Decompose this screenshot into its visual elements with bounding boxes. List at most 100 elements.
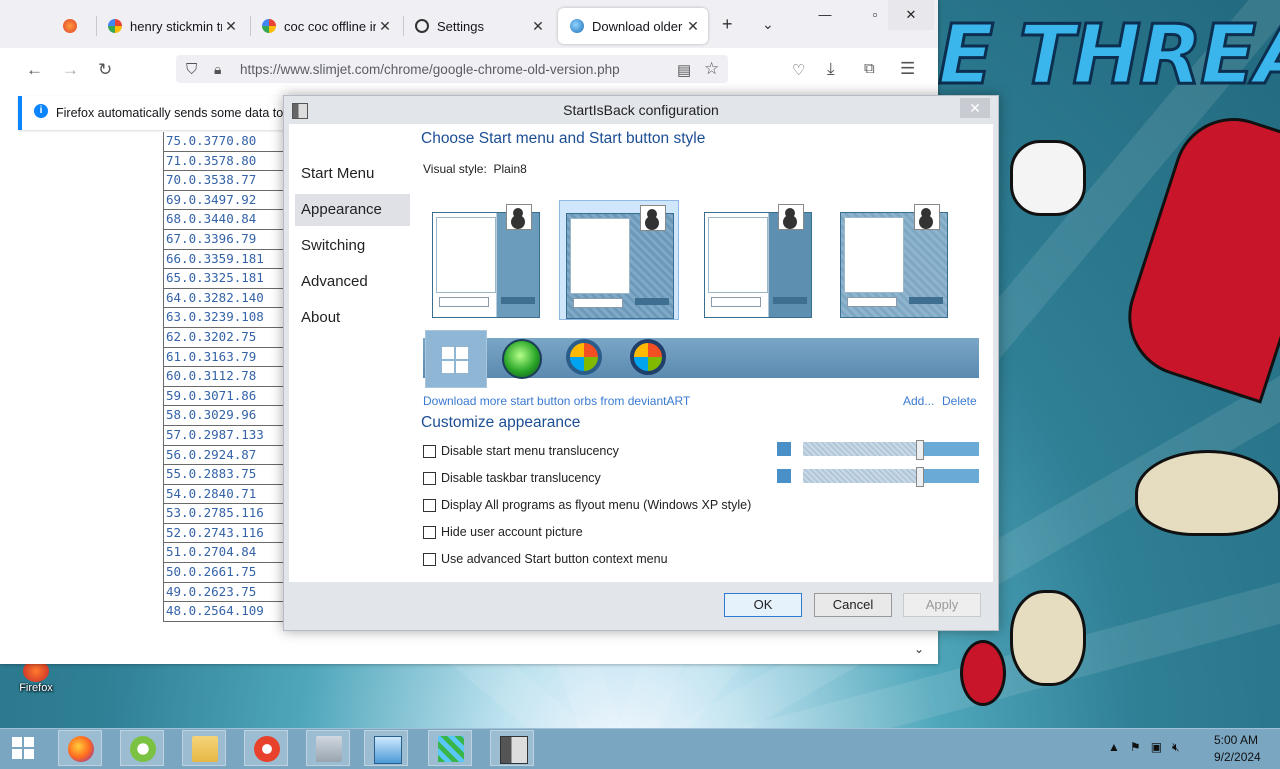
style-option-2[interactable] (559, 200, 679, 320)
version-row[interactable]: 52.0.2743.116 (164, 524, 284, 544)
version-row[interactable]: 55.0.2883.75 (164, 465, 284, 485)
taskbar-file-explorer[interactable] (182, 730, 226, 766)
nav-start-menu[interactable]: Start Menu (295, 158, 410, 190)
version-row[interactable]: 61.0.3163.79 (164, 348, 284, 368)
taskbar-firefox[interactable] (58, 730, 102, 766)
clock-date[interactable]: 9/2/2024 (1214, 750, 1261, 764)
ok-button[interactable]: OK (724, 593, 802, 617)
option-all-programs-flyout[interactable]: Display All programs as flyout menu (Win… (423, 498, 751, 512)
tab-coc-coc[interactable]: coc coc offline ins ✕ (250, 8, 400, 44)
close-icon[interactable]: ✕ (684, 18, 702, 35)
tab-henry-stickmin[interactable]: henry stickmin trig ✕ (96, 8, 246, 44)
network-icon[interactable]: ▣ (1151, 740, 1162, 754)
download-orbs-link[interactable]: Download more start button orbs from dev… (423, 394, 690, 408)
color-swatch[interactable] (777, 442, 791, 456)
checkbox[interactable] (423, 471, 436, 485)
version-row[interactable]: 71.0.3578.80 (164, 152, 284, 172)
close-icon[interactable]: ✕ (222, 18, 240, 35)
shield-icon[interactable]: ⛉ (186, 61, 197, 78)
desktop-icon-firefox[interactable]: Firefox (10, 660, 62, 694)
orb-option-windows8[interactable] (425, 330, 487, 388)
version-row[interactable]: 67.0.3396.79 (164, 230, 284, 250)
checkbox[interactable] (423, 444, 436, 458)
reload-icon[interactable]: ↻ (98, 60, 112, 80)
checkbox[interactable] (423, 552, 436, 566)
menu-icon[interactable]: ☰ (900, 59, 915, 79)
version-row[interactable]: 62.0.3202.75 (164, 328, 284, 348)
scroll-down-chevron-icon[interactable]: ⌄ (914, 642, 924, 656)
slider-thumb[interactable] (916, 440, 924, 460)
version-row[interactable]: 69.0.3497.92 (164, 191, 284, 211)
color-swatch[interactable] (777, 469, 791, 483)
close-button[interactable]: ✕ (960, 98, 990, 118)
version-row[interactable]: 51.0.2704.84 (164, 543, 284, 564)
version-row[interactable]: 58.0.3029.96 (164, 406, 284, 426)
checkbox[interactable] (423, 498, 436, 512)
nav-advanced[interactable]: Advanced (295, 266, 410, 298)
option-disable-taskbar-translucency[interactable]: Disable taskbar translucency (423, 471, 601, 485)
checkbox[interactable] (423, 525, 436, 539)
url-text[interactable]: https://www.slimjet.com/chrome/google-ch… (240, 62, 620, 77)
option-advanced-context-menu[interactable]: Use advanced Start button context menu (423, 552, 668, 566)
version-row[interactable]: 48.0.2564.109 (164, 602, 284, 622)
bookmark-star-icon[interactable]: ☆ (704, 59, 719, 79)
version-row[interactable]: 63.0.3239.108 (164, 308, 284, 328)
version-row[interactable]: 54.0.2840.71 (164, 485, 284, 505)
taskbar-translucency-slider[interactable] (777, 467, 979, 487)
back-arrow-icon[interactable]: ← (26, 60, 43, 80)
nav-switching[interactable]: Switching (295, 230, 410, 262)
close-icon[interactable]: ✕ (529, 18, 547, 35)
taskbar-computer[interactable] (306, 730, 350, 766)
add-orb-link[interactable]: Add... (903, 394, 934, 408)
lock-icon[interactable]: 🔒︎ (214, 61, 221, 78)
start-menu-translucency-slider[interactable] (777, 440, 979, 460)
version-row[interactable]: 59.0.3071.86 (164, 387, 284, 407)
option-disable-start-menu-translucency[interactable]: Disable start menu translucency (423, 444, 619, 458)
orb-option-clover[interactable] (502, 339, 542, 379)
style-option-3[interactable] (698, 200, 816, 318)
taskbar-startisback[interactable] (490, 730, 534, 766)
version-row[interactable]: 70.0.3538.77 (164, 171, 284, 191)
close-window-button[interactable]: ✕ (888, 0, 934, 30)
taskbar-app-manager[interactable] (428, 730, 472, 766)
style-option-4[interactable] (834, 200, 952, 318)
option-hide-user-picture[interactable]: Hide user account picture (423, 525, 583, 539)
version-row[interactable]: 49.0.2623.75 (164, 583, 284, 603)
forward-arrow-icon[interactable]: → (62, 60, 79, 80)
tab-download-older[interactable]: Download older v ✕ (558, 8, 708, 44)
tab-pinned-firefox[interactable] (50, 8, 90, 44)
taskbar-coccoc[interactable] (120, 730, 164, 766)
taskbar-control-panel[interactable] (364, 730, 408, 766)
version-row[interactable]: 53.0.2785.116 (164, 504, 284, 524)
taskbar-recorder[interactable] (244, 730, 288, 766)
new-tab-button[interactable]: + (722, 14, 733, 35)
download-icon[interactable]: ⤓ (827, 59, 835, 79)
volume-muted-icon[interactable]: 🔇︎ (1172, 740, 1180, 754)
version-row[interactable]: 56.0.2924.87 (164, 446, 284, 466)
delete-orb-link[interactable]: Delete (942, 394, 977, 408)
orb-option-windows7[interactable] (566, 339, 602, 375)
style-option-1[interactable] (426, 200, 544, 318)
nav-appearance[interactable]: Appearance (295, 194, 410, 226)
nav-about[interactable]: About (295, 302, 410, 334)
version-row[interactable]: 65.0.3325.181 (164, 269, 284, 289)
pocket-icon[interactable]: ♡ (792, 61, 805, 79)
apply-button[interactable]: Apply (903, 593, 981, 617)
flag-icon[interactable]: ⚑ (1130, 740, 1141, 754)
extensions-icon[interactable]: ⧉ (864, 60, 875, 77)
slider-thumb[interactable] (916, 467, 924, 487)
chevron-up-icon[interactable]: ▲ (1108, 740, 1120, 754)
version-row[interactable]: 64.0.3282.140 (164, 289, 284, 309)
version-row[interactable]: 57.0.2987.133 (164, 426, 284, 446)
cancel-button[interactable]: Cancel (814, 593, 892, 617)
minimize-button[interactable]: — (802, 0, 848, 30)
version-row[interactable]: 60.0.3112.78 (164, 367, 284, 387)
version-row[interactable]: 75.0.3770.80 (164, 132, 284, 152)
version-row[interactable]: 66.0.3359.181 (164, 250, 284, 270)
version-row[interactable]: 68.0.3440.84 (164, 210, 284, 230)
clock-time[interactable]: 5:00 AM (1214, 733, 1258, 747)
tab-settings[interactable]: Settings ✕ (403, 8, 553, 44)
version-row[interactable]: 50.0.2661.75 (164, 563, 284, 583)
reader-view-icon[interactable]: ▤ (677, 61, 691, 79)
start-button[interactable] (8, 734, 38, 762)
